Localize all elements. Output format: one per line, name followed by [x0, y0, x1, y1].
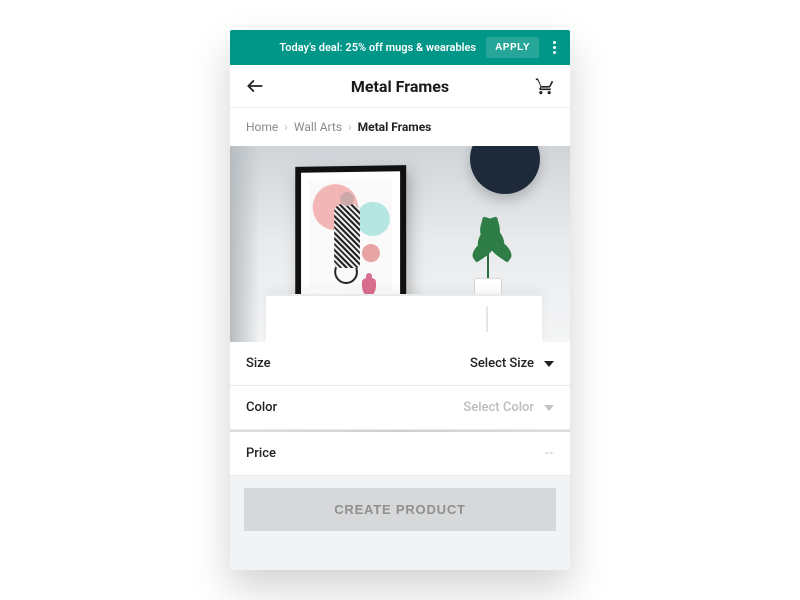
kebab-icon[interactable] [549, 37, 560, 58]
promo-text: Today's deal: 25% off mugs & wearables [279, 41, 476, 54]
chevron-down-icon [544, 361, 554, 367]
apply-button[interactable]: APPLY [486, 37, 539, 58]
app-bar: Metal Frames [230, 65, 570, 107]
color-select: Select Color [463, 400, 554, 415]
size-row: Size Select Size [230, 342, 570, 386]
cta-area: CREATE PRODUCT [230, 476, 570, 543]
breadcrumb-item[interactable]: Wall Arts [294, 120, 342, 134]
breadcrumb-item[interactable]: Home [246, 120, 278, 134]
size-label: Size [246, 356, 271, 371]
chevron-down-icon [544, 405, 554, 411]
page-title: Metal Frames [351, 77, 449, 96]
wall-disc [470, 146, 540, 194]
product-options: Size Select Size Color Select Color Pric… [230, 342, 570, 476]
framed-art [295, 165, 406, 305]
plant [452, 206, 522, 302]
chevron-right-icon: › [348, 120, 352, 134]
cart-button[interactable] [534, 75, 556, 97]
color-value: Select Color [463, 400, 534, 415]
shopping-cart-icon [535, 76, 555, 96]
shelf [266, 294, 542, 342]
color-label: Color [246, 400, 277, 415]
size-select[interactable]: Select Size [470, 356, 554, 371]
arrow-back-icon [245, 76, 265, 96]
product-image [230, 146, 570, 342]
color-row: Color Select Color [230, 386, 570, 430]
create-product-button: CREATE PRODUCT [244, 488, 556, 531]
size-value: Select Size [470, 356, 534, 371]
back-button[interactable] [244, 75, 266, 97]
price-row: Price -- [230, 432, 570, 476]
chevron-right-icon: › [284, 120, 288, 134]
promo-bar: Today's deal: 25% off mugs & wearables A… [230, 30, 570, 65]
price-value: -- [545, 446, 554, 461]
product-screen: Today's deal: 25% off mugs & wearables A… [230, 30, 570, 570]
breadcrumb: Home › Wall Arts › Metal Frames [230, 107, 570, 146]
breadcrumb-item-current: Metal Frames [358, 120, 432, 134]
price-label: Price [246, 446, 276, 461]
